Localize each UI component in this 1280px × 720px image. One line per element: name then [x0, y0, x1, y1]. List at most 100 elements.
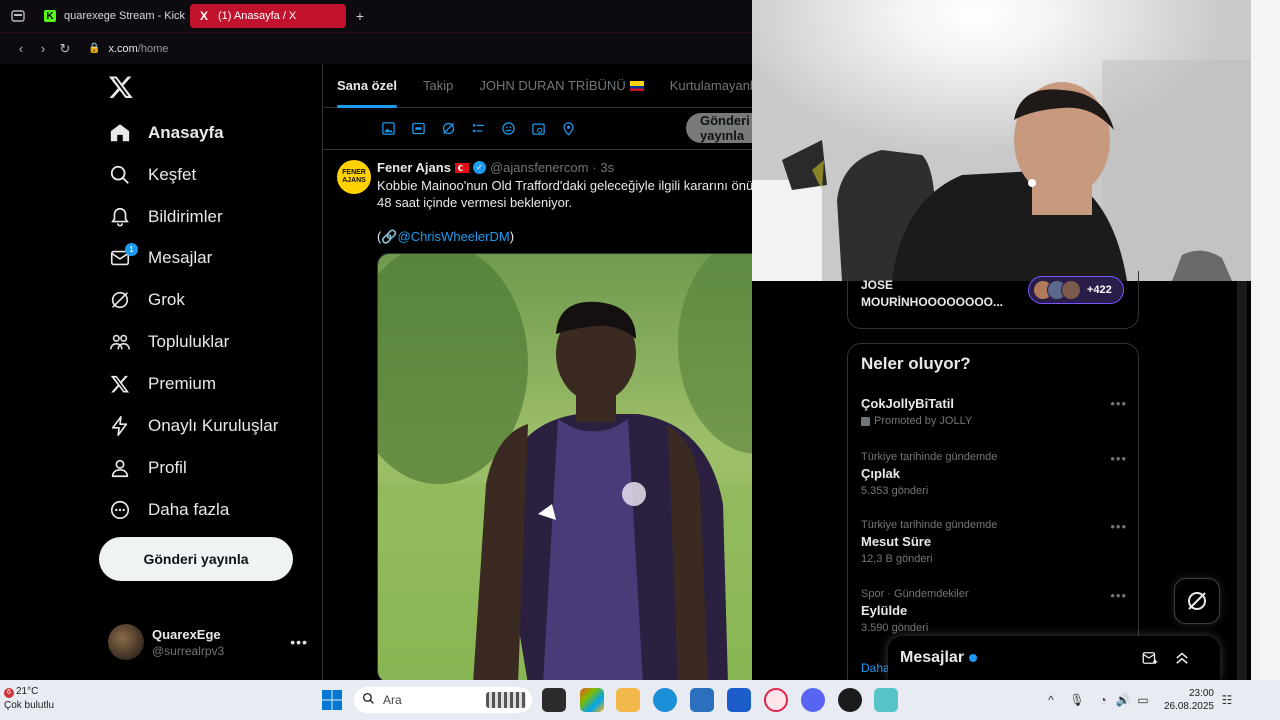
sidebar-item-label: Anasayfa: [148, 123, 224, 142]
schedule-icon[interactable]: [529, 120, 547, 138]
poll-icon[interactable]: [469, 120, 487, 138]
account-switcher[interactable]: QuarexEge @surrealrpv3 •••: [108, 624, 308, 660]
lightning-icon: [108, 414, 132, 438]
composer-post-button[interactable]: Gönderi yayınla: [686, 113, 752, 143]
tab-john-duran[interactable]: JOHN DURAN TRİBÜNÜ: [479, 64, 644, 108]
messages-drawer[interactable]: Mesajlar: [888, 636, 1220, 680]
new-tab-icon[interactable]: +: [350, 6, 370, 26]
taskbar-search[interactable]: Ara: [354, 687, 532, 713]
more-dots-icon[interactable]: •••: [1110, 451, 1127, 466]
tweet-text: Kobbie Mainoo'nun Old Trafford'daki gele…: [377, 177, 752, 245]
grok-icon[interactable]: [439, 120, 457, 138]
tweet-time[interactable]: · 3s: [592, 160, 614, 175]
emoji-icon[interactable]: [499, 120, 517, 138]
store-icon[interactable]: [690, 688, 714, 712]
sidebar-item-label: Bildirimler: [148, 207, 223, 226]
app-icon[interactable]: [874, 688, 898, 712]
new-message-icon[interactable]: [1140, 648, 1160, 668]
tab-menu-icon[interactable]: [0, 0, 36, 32]
visual-studio-icon[interactable]: [727, 688, 751, 712]
trend-name: Mesut Süre: [861, 534, 932, 549]
tweet-author-handle[interactable]: @ajansfenercom: [490, 160, 588, 175]
copilot-icon[interactable]: [580, 688, 604, 712]
more-dots-icon[interactable]: •••: [1110, 519, 1127, 534]
windows-taskbar: 6 21°C Çok bulutlu Ara ^ 🎙 ◔ 🔊 ▭ 23:00 26…: [0, 680, 1280, 720]
communities-icon: [108, 330, 132, 354]
wifi-icon[interactable]: ◔: [1094, 691, 1112, 709]
tweet[interactable]: FENER AJANS Fener Ajans ✓ @ajansfenercom…: [323, 150, 752, 680]
sidebar-item-home[interactable]: Anasayfa: [108, 115, 224, 151]
trend-count: 5.353 gönderi: [861, 485, 929, 497]
trends-title: Neler oluyor?: [861, 354, 971, 373]
notifications-icon[interactable]: ☷: [1218, 691, 1236, 709]
location-icon[interactable]: [559, 120, 577, 138]
back-icon[interactable]: ‹: [10, 38, 32, 60]
opera-gx-icon[interactable]: [764, 688, 788, 712]
discord-icon[interactable]: [801, 688, 825, 712]
account-handle: @surrealrpv3: [152, 643, 225, 658]
weather-widget[interactable]: 6 21°C Çok bulutlu: [4, 685, 54, 713]
messages-drawer-title: Mesajlar: [900, 649, 965, 666]
app-icon[interactable]: [838, 688, 862, 712]
windows-start-icon[interactable]: [321, 689, 343, 711]
page-scrollbar[interactable]: [1237, 281, 1247, 680]
browser-tab-x[interactable]: X (1) Anasayfa / X: [190, 4, 346, 28]
promoted-icon: [861, 416, 870, 426]
turkey-flag-icon: [454, 162, 469, 173]
tab-following[interactable]: Takip: [423, 64, 453, 108]
microphone-icon[interactable]: 🎙: [1068, 691, 1086, 709]
main-timeline: Sana özel Takip JOHN DURAN TRİBÜNÜ Kurtu…: [322, 64, 752, 680]
task-view-icon[interactable]: [542, 688, 566, 712]
trend-item[interactable]: Türkiye tarihinde gündemde Çıplak 5.353 …: [861, 451, 1127, 497]
mention-link[interactable]: @ChrisWheelerDM: [398, 229, 510, 244]
x-logo-icon[interactable]: [108, 74, 134, 100]
system-clock[interactable]: 23:00 26.08.2025: [1162, 687, 1214, 713]
space-title: JOSE MOURİNHOOOOOOOO...: [861, 278, 1004, 309]
more-dots-icon[interactable]: •••: [1110, 588, 1127, 603]
sidebar-item-grok[interactable]: Grok: [108, 282, 185, 318]
file-explorer-icon[interactable]: [616, 688, 640, 712]
sidebar-item-communities[interactable]: Topluluklar: [108, 324, 229, 360]
tweet-photo[interactable]: [377, 253, 752, 680]
trend-item[interactable]: Spor · Gündemdekiler Eylülde 3.590 gönde…: [861, 588, 1127, 634]
trend-item[interactable]: ÇokJollyBiTatil Promoted by JOLLY •••: [861, 396, 1127, 427]
tab-label: JOHN DURAN TRİBÜNÜ: [479, 78, 626, 93]
search-icon: [362, 692, 375, 708]
image-icon[interactable]: [379, 120, 397, 138]
browser-tab-kick[interactable]: K quarexege Stream - Kick: [36, 4, 186, 28]
volume-icon[interactable]: 🔊: [1114, 691, 1132, 709]
sidebar-item-explore[interactable]: Keşfet: [108, 157, 196, 193]
avatar: [108, 624, 144, 660]
edge-icon[interactable]: [653, 688, 677, 712]
grok-floating-button[interactable]: [1174, 578, 1220, 624]
battery-icon[interactable]: ▭: [1134, 691, 1152, 709]
sidebar-item-premium[interactable]: Premium: [108, 366, 216, 402]
temperature: 21°C: [16, 686, 39, 697]
more-dots-icon[interactable]: •••: [1110, 396, 1127, 411]
avatar: [1061, 280, 1081, 300]
trend-item[interactable]: Türkiye tarihinde gündemde Mesut Süre 12…: [861, 519, 1127, 565]
mail-icon: 1: [108, 243, 138, 270]
reload-icon[interactable]: ↻: [54, 38, 76, 60]
expand-icon[interactable]: [1172, 648, 1192, 668]
post-button[interactable]: Gönderi yayınla: [99, 537, 293, 581]
space-listeners[interactable]: +422: [1028, 276, 1124, 304]
space-card[interactable]: JOSE MOURİNHOOOOOOOO... +422: [847, 271, 1139, 329]
tab-kurtulamayanlar[interactable]: Kurtulamayanlar: [670, 64, 752, 108]
sidebar-item-label: Onaylı Kuruluşlar: [148, 416, 279, 435]
x-favicon-icon: X: [199, 9, 208, 23]
tweet-author-name[interactable]: Fener Ajans: [377, 160, 451, 175]
tab-for-you[interactable]: Sana özel: [337, 64, 397, 108]
sidebar-item-profile[interactable]: Profil: [108, 450, 187, 486]
url-field[interactable]: 🔒 x.com/home: [88, 43, 168, 55]
more-dots-icon[interactable]: •••: [290, 634, 308, 650]
sidebar-item-more[interactable]: Daha fazla: [108, 492, 229, 528]
sidebar-item-verified-orgs[interactable]: Onaylı Kuruluşlar: [108, 408, 278, 444]
sidebar-item-notifications[interactable]: Bildirimler: [108, 199, 223, 235]
chevron-up-icon[interactable]: ^: [1042, 691, 1060, 709]
sidebar-item-messages[interactable]: 1 Mesajlar: [108, 240, 212, 276]
trend-context: Spor · Gündemdekiler: [861, 588, 969, 600]
forward-icon[interactable]: ›: [32, 38, 54, 60]
avatar[interactable]: FENER AJANS: [337, 160, 371, 194]
gif-icon[interactable]: [409, 120, 427, 138]
